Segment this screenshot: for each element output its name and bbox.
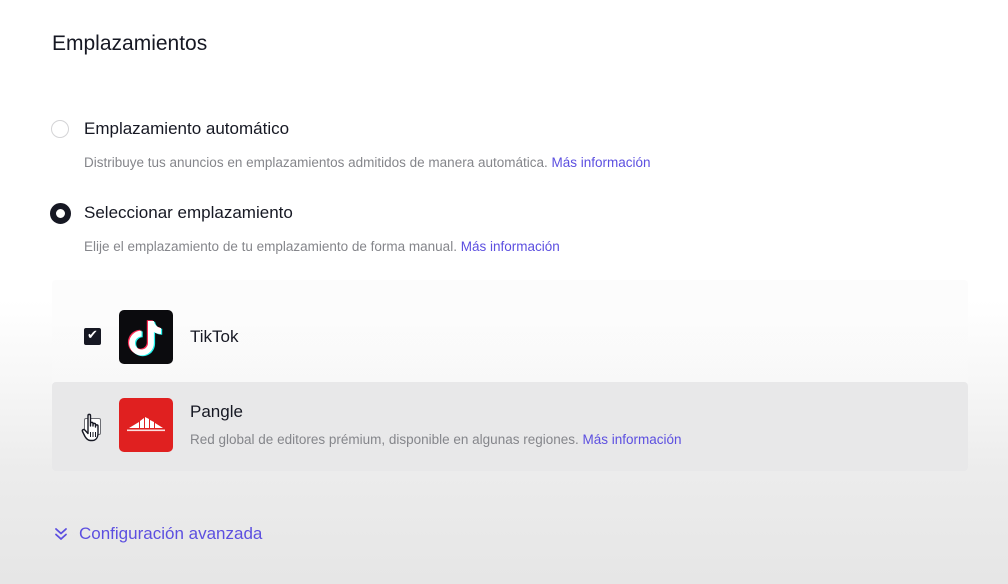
pangle-name: Pangle <box>190 402 243 421</box>
select-placement-more-info-link[interactable]: Más información <box>461 239 560 254</box>
automatic-placement-more-info-link[interactable]: Más información <box>552 155 651 170</box>
select-placement-label: Seleccionar emplazamiento <box>84 203 293 222</box>
checkmark-icon: ✔ <box>87 328 98 343</box>
double-chevron-down-icon <box>55 528 67 540</box>
tiktok-checkbox[interactable]: ✔ <box>84 328 101 345</box>
tiktok-logo-icon <box>119 310 173 364</box>
select-placement-description-text: Elije el emplazamiento de tu emplazamien… <box>84 239 457 254</box>
advanced-settings-label: Configuración avanzada <box>79 524 263 543</box>
pangle-more-info-link[interactable]: Más información <box>583 432 682 447</box>
select-placement-option[interactable]: Seleccionar emplazamiento <box>50 200 293 226</box>
select-placement-description: Elije el emplazamiento de tu emplazamien… <box>84 238 560 256</box>
automatic-placement-option[interactable]: Emplazamiento automático <box>51 116 289 142</box>
pangle-logo-icon <box>119 398 173 452</box>
automatic-placement-label: Emplazamiento automático <box>84 119 290 138</box>
automatic-placement-description-text: Distribuye tus anuncios en emplazamiento… <box>84 155 548 170</box>
tiktok-name: TikTok <box>190 327 239 346</box>
automatic-placement-radio[interactable] <box>51 120 69 138</box>
select-placement-radio[interactable] <box>50 202 71 224</box>
placement-row-tiktok[interactable]: ✔ TikTok <box>52 308 968 366</box>
advanced-settings-toggle[interactable]: Configuración avanzada <box>54 522 262 546</box>
pangle-checkbox[interactable] <box>84 418 101 435</box>
section-title: Emplazamientos <box>52 32 208 55</box>
pangle-description: Red global de editores prémium, disponib… <box>190 431 682 449</box>
automatic-placement-description: Distribuye tus anuncios en emplazamiento… <box>84 154 651 172</box>
placement-row-pangle[interactable]: Pangle Red global de editores prémium, d… <box>52 382 968 471</box>
pangle-description-text: Red global de editores prémium, disponib… <box>190 432 579 447</box>
